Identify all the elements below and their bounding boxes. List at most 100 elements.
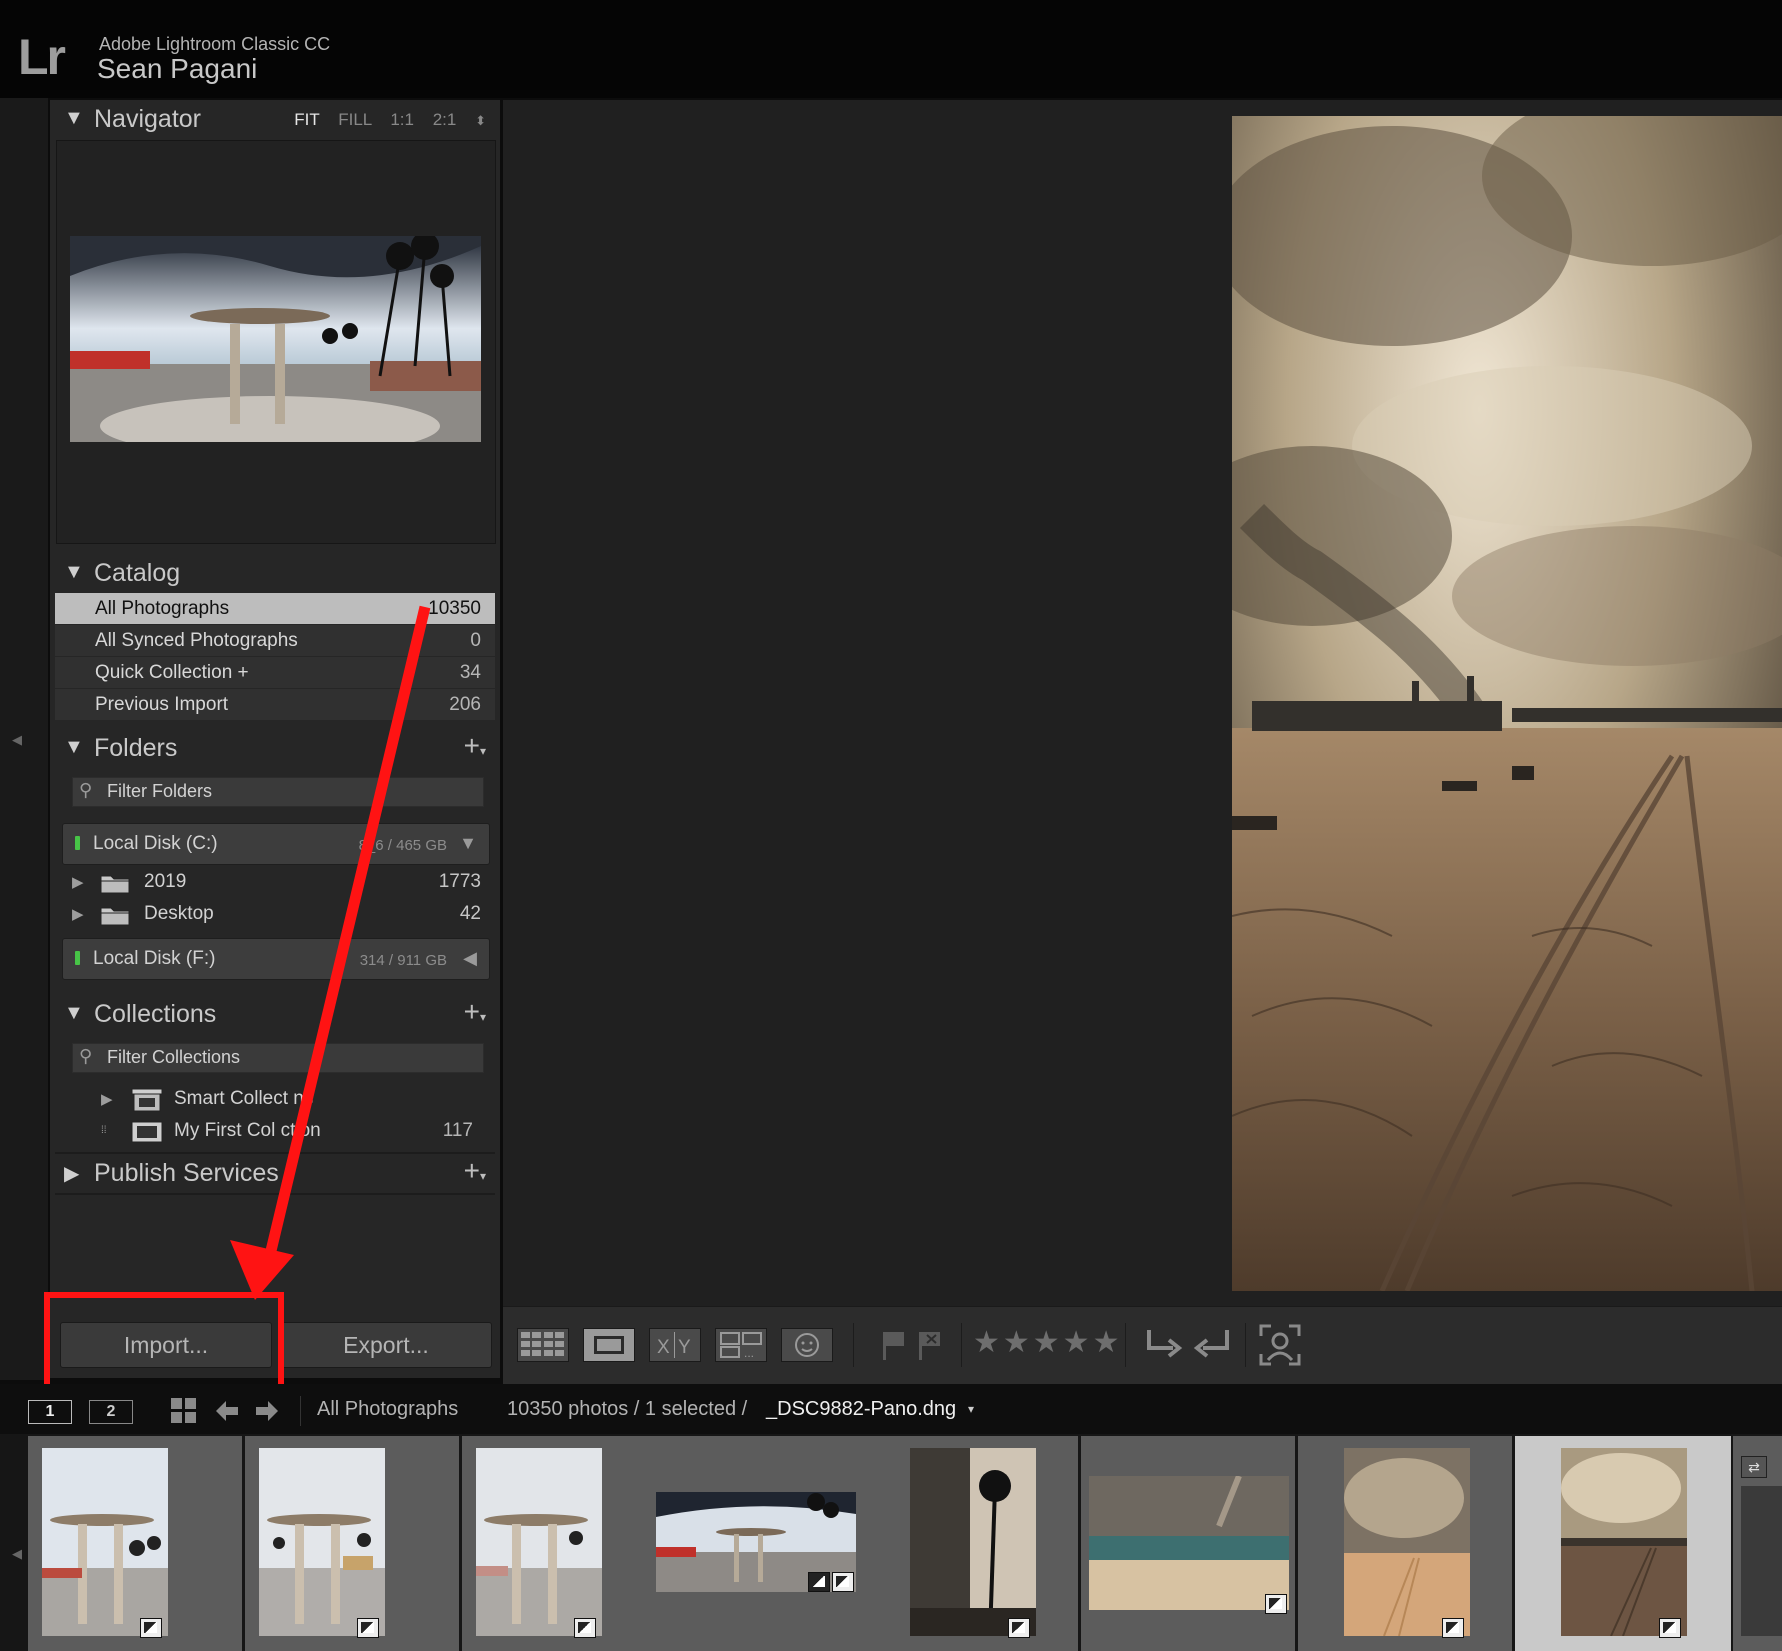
catalog-title: Catalog [94, 559, 181, 587]
catalog-quick-collection[interactable]: Quick Collection + 34 [55, 657, 495, 689]
selected-file-name[interactable]: _DSC9882-Pano.dng [766, 1398, 956, 1421]
svg-text:...: ... [744, 1346, 754, 1360]
left-panel-edge[interactable] [0, 98, 48, 1380]
sync-dots-icon: ⁞⁞ [101, 1125, 107, 1136]
collapsed-triangle-icon[interactable]: ▶ [101, 1090, 113, 1108]
filmstrip-thumbnail[interactable] [1298, 1436, 1512, 1651]
filmstrip-thumbnail[interactable] [462, 1436, 676, 1651]
grid-icon[interactable] [170, 1397, 198, 1425]
zoom-fill[interactable]: FILL [338, 110, 371, 129]
survey-view-icon[interactable]: ... [715, 1328, 767, 1362]
filmstrip-thumbnail[interactable] [864, 1436, 1078, 1651]
collection-label: Smart Collect ns [174, 1088, 314, 1109]
collapsed-triangle-icon[interactable]: ▶ [72, 905, 84, 923]
toolbar-separator [1125, 1323, 1126, 1367]
user-name: Sean Pagani [97, 53, 258, 84]
photo-thumbnail [910, 1448, 1036, 1636]
previous-arrow-icon[interactable] [214, 1399, 240, 1423]
filter-collections-input[interactable]: ⚲ Filter Collections [72, 1043, 484, 1073]
zoom-stepper-icon[interactable]: ⬍ [475, 113, 486, 128]
folders-header[interactable]: ▼ Folders +▾ [50, 729, 500, 769]
photo-thumbnail [1561, 1448, 1687, 1636]
develop-settings-badge-icon [1659, 1618, 1681, 1638]
add-publish-service-icon[interactable]: +▾ [464, 1155, 486, 1187]
filmstrip-thumbnail-selected[interactable] [1515, 1436, 1731, 1651]
collection-row[interactable]: ▶ Smart Collect ns [55, 1083, 495, 1115]
folder-icon [100, 907, 130, 926]
collections-header[interactable]: ▼ Collections +▾ [50, 995, 500, 1035]
loupe-view-icon[interactable] [583, 1328, 635, 1362]
collapse-left-icon[interactable]: ◀ [12, 732, 22, 748]
volume-local-disk-f[interactable]: Local Disk (F:) 314 / 911 GB ◀ [62, 938, 490, 980]
catalog-previous-import[interactable]: Previous Import 206 [55, 689, 495, 721]
filmstrip-thumbnail[interactable] [245, 1436, 459, 1651]
zoom-2-1[interactable]: 2:1 [433, 110, 457, 129]
chevron-down-icon[interactable]: ▼ [459, 833, 477, 854]
panel-divider [55, 1193, 495, 1195]
chevron-down-icon[interactable]: ▾ [968, 1402, 974, 1416]
folder-row[interactable]: ▶ 2019 1773 [55, 866, 495, 898]
catalog-header[interactable]: ▼ Catalog [50, 554, 500, 594]
filmstrip-separator [300, 1396, 301, 1426]
collection-row[interactable]: ⁞⁞ My First Col ction 117 [55, 1115, 495, 1147]
svg-text:X: X [657, 1337, 670, 1358]
expanded-triangle-icon[interactable]: ▼ [64, 561, 84, 584]
develop-settings-badge-icon [574, 1618, 596, 1638]
add-collection-icon[interactable]: +▾ [464, 996, 486, 1028]
next-arrow-icon[interactable] [254, 1399, 280, 1423]
catalog-all-synced[interactable]: All Synced Photographs 0 [55, 625, 495, 657]
star-rating[interactable]: ★★★★★ [973, 1325, 1122, 1360]
folder-count: 1773 [438, 871, 481, 892]
zoom-fit[interactable]: FIT [294, 110, 319, 129]
navigator-zoom-modes[interactable]: FIT FILL 1:1 2:1 ⬍ [280, 110, 486, 130]
secondary-window-button[interactable]: 2 [89, 1400, 133, 1424]
filter-folders-input[interactable]: ⚲ Filter Folders [72, 777, 484, 807]
lightroom-logo: Lr [18, 29, 66, 85]
import-highlight-box [44, 1292, 284, 1392]
develop-settings-badge-icon [1265, 1594, 1287, 1614]
collapsed-triangle-icon[interactable]: ▶ [64, 1161, 79, 1186]
collapse-filmstrip-icon[interactable]: ◀ [12, 1546, 22, 1562]
expanded-triangle-icon[interactable]: ▼ [64, 1002, 84, 1025]
catalog-all-photographs[interactable]: All Photographs 10350 [55, 593, 495, 625]
filmstrip-source[interactable]: All Photographs [317, 1398, 458, 1421]
flag-icon[interactable] [879, 1328, 909, 1362]
navigator-title: Navigator [94, 105, 201, 133]
face-region-icon[interactable] [1259, 1324, 1301, 1366]
filmstrip-thumbnail[interactable] [646, 1436, 864, 1651]
filmstrip-thumbnail[interactable] [1081, 1436, 1295, 1651]
publish-services-header[interactable]: ▶ Publish Services +▾ [50, 1154, 500, 1194]
catalog-item-label: Previous Import [95, 694, 229, 715]
collapsed-triangle-icon[interactable]: ▶ [72, 873, 84, 891]
filmstrip-thumbnail[interactable]: ⇄ [1733, 1436, 1782, 1651]
folder-row[interactable]: ▶ Desktop 42 [55, 898, 495, 930]
compare-view-icon[interactable]: X Y [649, 1328, 701, 1362]
volume-local-disk-c[interactable]: Local Disk (C:) 8_6 / 465 GB ▼ [62, 823, 490, 865]
grid-view-icon[interactable] [517, 1328, 569, 1362]
expanded-triangle-icon[interactable]: ▼ [64, 107, 84, 130]
export-button[interactable]: Export... [280, 1322, 492, 1368]
smart-collection-set-icon [131, 1088, 163, 1112]
develop-settings-badge-icon [357, 1618, 379, 1638]
publish-services-title: Publish Services [94, 1159, 279, 1187]
folder-label: Desktop [144, 903, 214, 924]
collection-label: My First Col ction [174, 1120, 321, 1141]
photo-thumbnail [476, 1448, 602, 1636]
filmstrip-thumbnail[interactable] [28, 1436, 242, 1651]
main-window-button[interactable]: 1 [28, 1400, 72, 1424]
rotate-left-icon[interactable] [1143, 1328, 1183, 1364]
toolbar-separator [961, 1323, 962, 1367]
zoom-1-1[interactable]: 1:1 [390, 110, 414, 129]
main-photo[interactable] [1232, 116, 1782, 1291]
rotate-right-icon[interactable] [1193, 1328, 1233, 1364]
chevron-left-icon[interactable]: ◀ [463, 948, 477, 969]
reject-flag-icon[interactable] [915, 1328, 945, 1362]
add-folder-icon[interactable]: +▾ [464, 730, 486, 762]
navigator-thumbnail[interactable] [70, 236, 481, 442]
folder-icon [100, 875, 130, 894]
expanded-triangle-icon[interactable]: ▼ [64, 736, 84, 759]
navigator-header[interactable]: ▼ Navigator FIT FILL 1:1 2:1 ⬍ [50, 100, 500, 140]
toolbar: X Y ... ★★★★★ [503, 1306, 1782, 1385]
people-view-icon[interactable] [781, 1328, 833, 1362]
collection-count: 117 [442, 1120, 473, 1141]
